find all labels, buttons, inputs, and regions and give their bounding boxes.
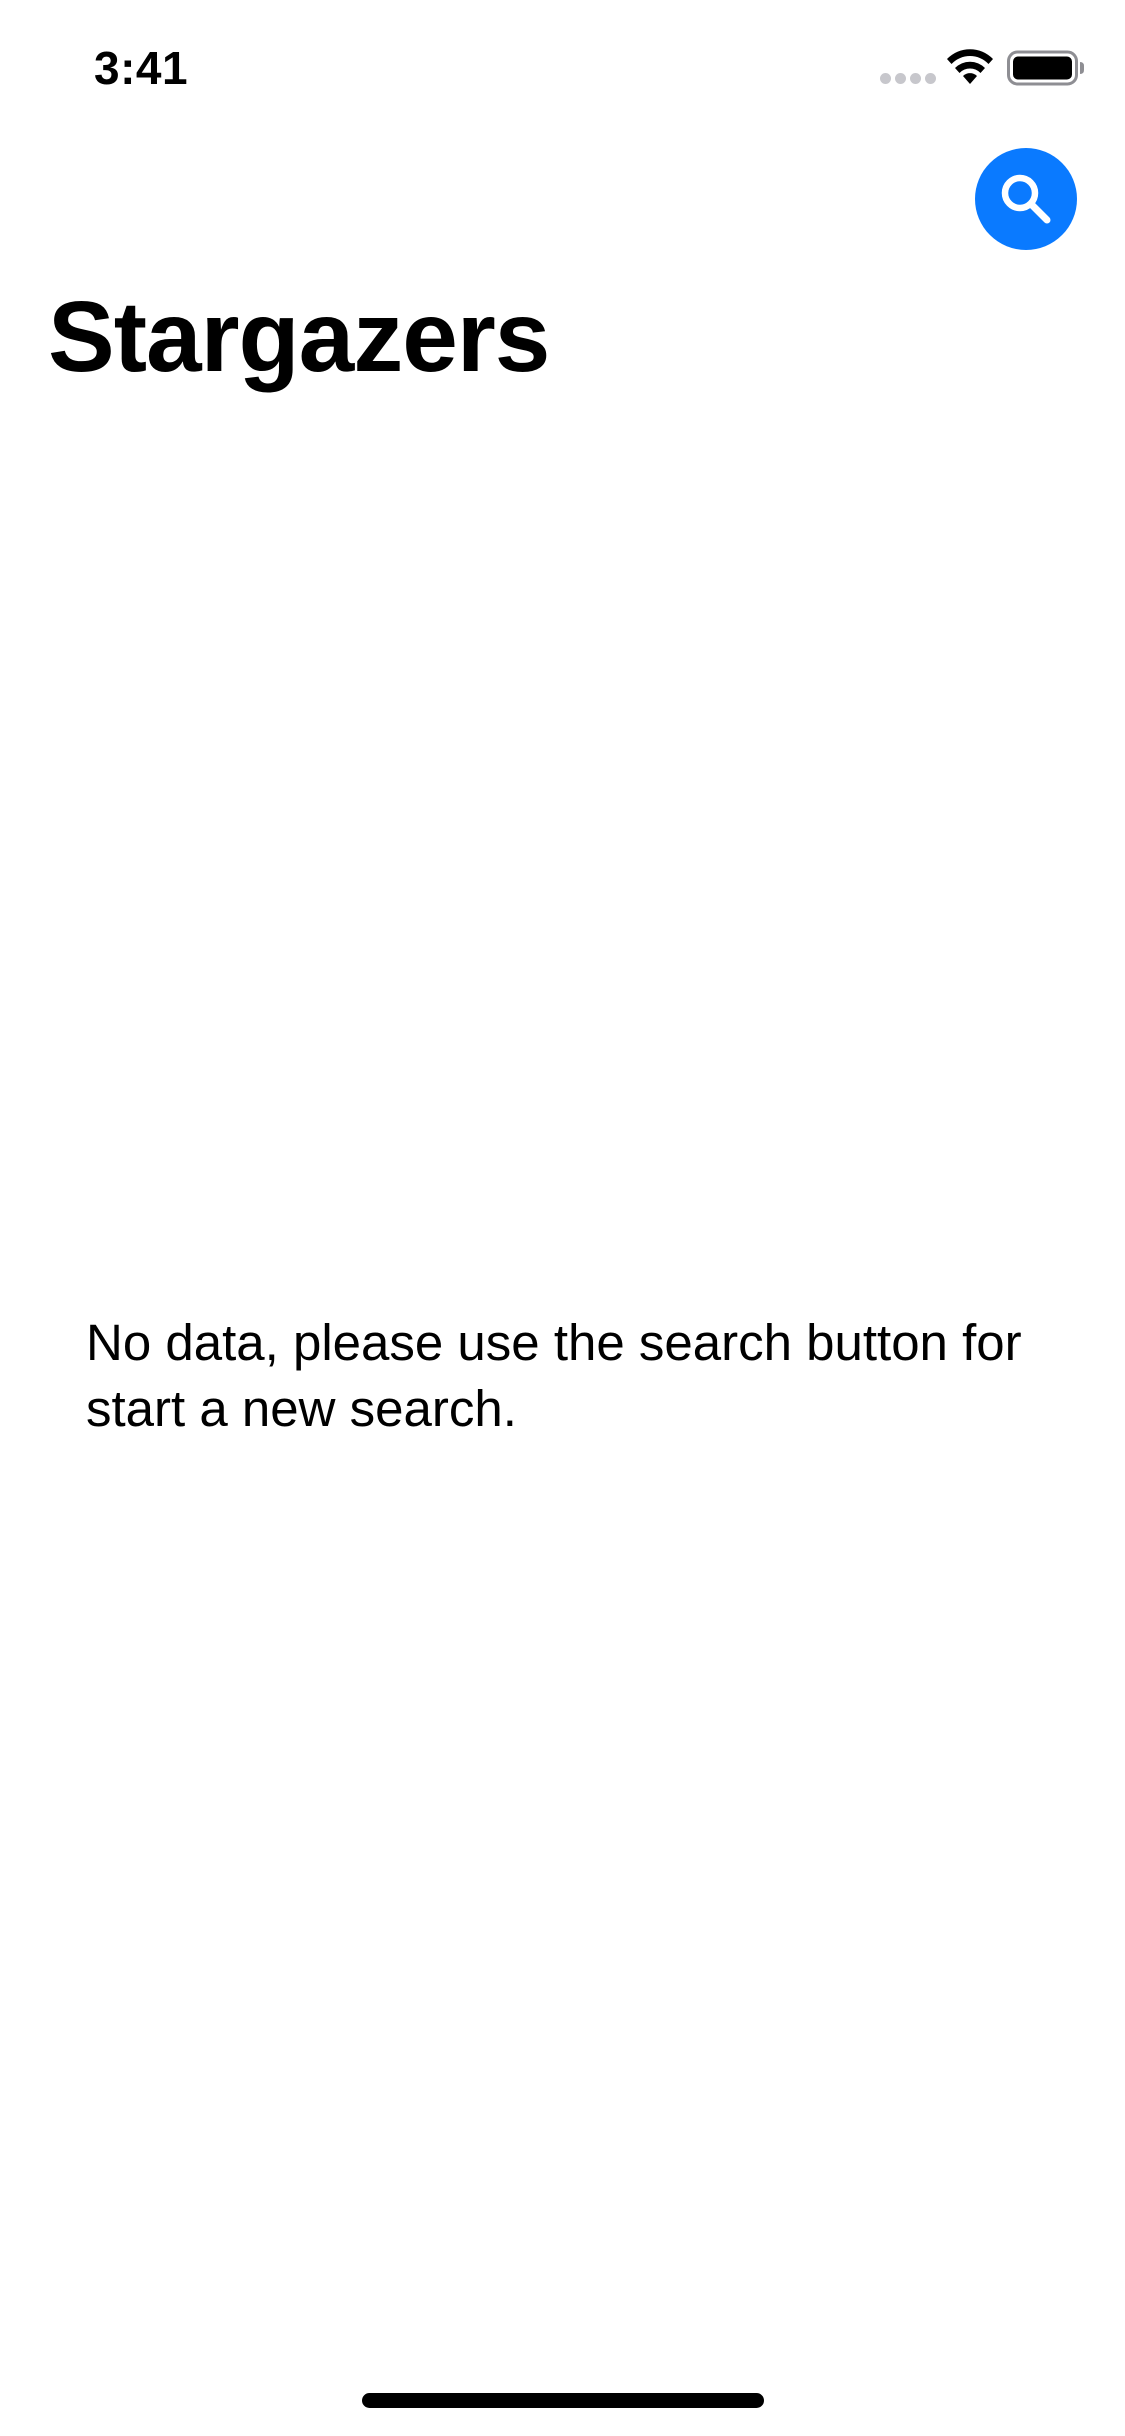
search-icon	[1001, 174, 1051, 224]
home-indicator[interactable]	[362, 2393, 764, 2408]
cellular-signal-icon	[880, 73, 936, 85]
status-time: 3:41	[94, 42, 189, 94]
empty-state-message: No data, please use the search button fo…	[86, 1314, 1022, 1437]
app-screen: 3:41 Stargazers No data, please use the …	[0, 0, 1125, 2436]
status-bar: 3:41	[0, 0, 1125, 132]
wifi-icon	[947, 49, 993, 84]
page-title: Stargazers	[48, 281, 550, 393]
battery-icon	[1007, 50, 1084, 86]
search-button[interactable]	[975, 148, 1077, 250]
